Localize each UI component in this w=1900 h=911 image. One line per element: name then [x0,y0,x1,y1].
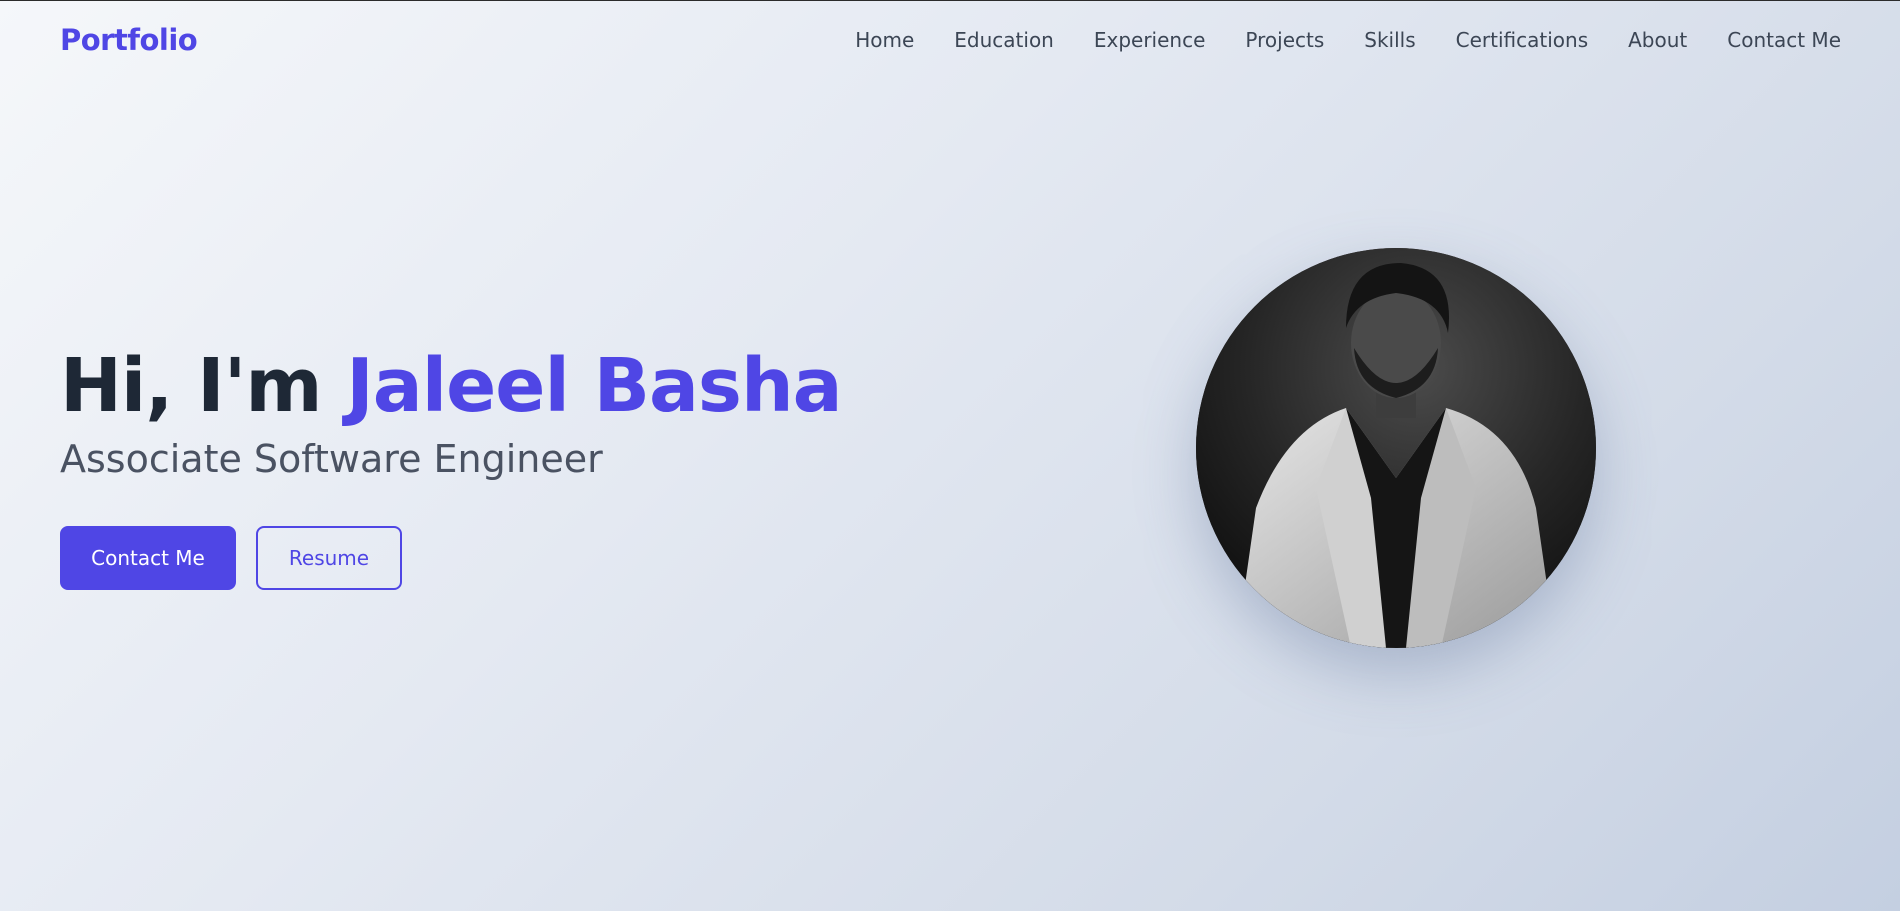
hero-buttons: Contact Me Resume [60,526,402,590]
profile-photo [1196,248,1596,648]
nav-link-about[interactable]: About [1628,28,1687,52]
navbar: Portfolio Home Education Experience Proj… [0,1,1900,81]
nav-link-education[interactable]: Education [954,28,1054,52]
hero-headline: Hi, I'm Jaleel Basha [60,343,843,429]
site-logo[interactable]: Portfolio [60,23,198,57]
person-illustration-icon [1196,248,1596,648]
resume-button[interactable]: Resume [256,526,402,590]
hero-job-title: Associate Software Engineer [60,437,603,482]
hero-section: Hi, I'm Jaleel Basha Associate Software … [60,343,843,482]
contact-me-button[interactable]: Contact Me [60,526,236,590]
nav-link-home[interactable]: Home [855,28,914,52]
nav-link-skills[interactable]: Skills [1364,28,1415,52]
hero-greeting: Hi, I'm [60,343,322,429]
nav-link-contact[interactable]: Contact Me [1727,28,1841,52]
nav-link-certifications[interactable]: Certifications [1456,28,1588,52]
nav-links: Home Education Experience Projects Skill… [855,28,1841,52]
hero-name: Jaleel Basha [346,343,842,429]
nav-link-experience[interactable]: Experience [1094,28,1206,52]
nav-link-projects[interactable]: Projects [1245,28,1324,52]
